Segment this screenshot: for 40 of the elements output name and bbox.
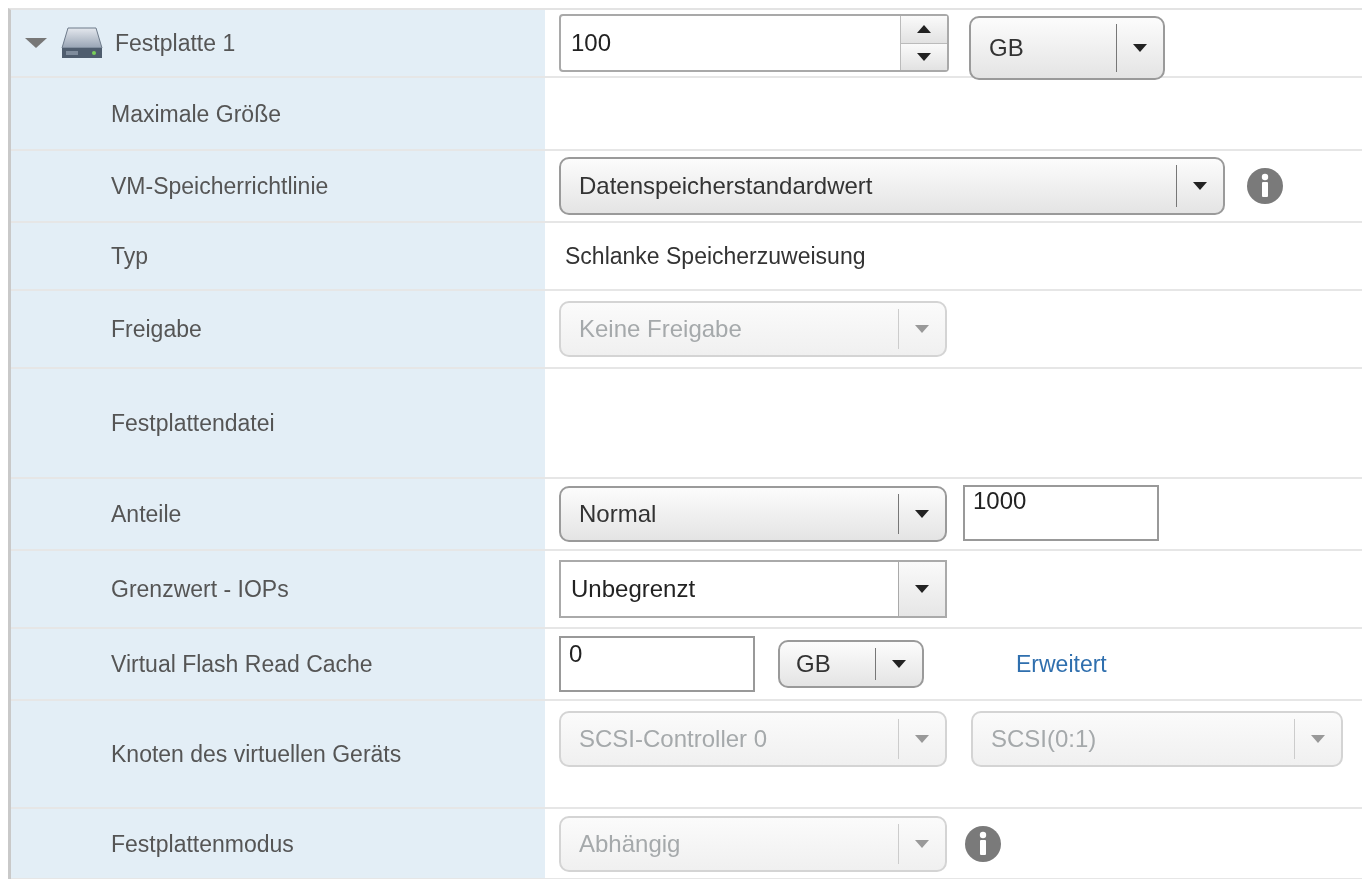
field-label: Festplattenmodus xyxy=(111,829,294,859)
number-spinner-field[interactable]: 100 xyxy=(559,14,949,72)
dropdown: SCSI(0:1) xyxy=(971,711,1343,767)
info-icon[interactable] xyxy=(1247,168,1283,204)
field-label: Anteile xyxy=(111,500,182,529)
dropdown[interactable]: Unbegrenzt xyxy=(559,560,947,618)
caret-down-icon xyxy=(1133,44,1147,52)
caret-down-icon xyxy=(1193,182,1207,190)
field-label: Knoten des virtuellen Geräts xyxy=(111,740,403,769)
field-label: Festplattendatei xyxy=(111,409,275,438)
field-label: Maximale Größe xyxy=(111,99,281,129)
dropdown: SCSI-Controller 0 xyxy=(559,711,947,767)
field-label: Virtual Flash Read Cache xyxy=(111,650,373,679)
value-text: Schlanke Speicherzuweisung xyxy=(564,242,866,270)
dropdown: Abhängig xyxy=(559,815,947,872)
expand-toggle-icon[interactable] xyxy=(25,37,47,49)
dropdown[interactable]: GB xyxy=(778,640,924,688)
field-label: Grenzwert - IOPs xyxy=(111,575,289,604)
caret-down-icon xyxy=(892,660,906,668)
caret-down-icon xyxy=(915,510,929,518)
hard-disk-icon xyxy=(61,27,103,59)
caret-down-icon xyxy=(915,585,929,593)
caret-down-icon xyxy=(915,325,929,333)
dropdown[interactable]: Datenspeicherstandardwert xyxy=(559,157,1225,215)
field-label: Festplatte 1 xyxy=(115,29,236,58)
dropdown[interactable]: GB xyxy=(969,16,1165,80)
dropdown: Keine Freigabe xyxy=(559,301,947,357)
input-field[interactable]: 0 xyxy=(559,636,755,692)
dropdown[interactable]: Normal xyxy=(559,486,947,542)
info-icon[interactable] xyxy=(965,825,1001,862)
caret-down-icon xyxy=(915,735,929,743)
caret-up-icon xyxy=(917,25,931,34)
caret-down-icon xyxy=(915,839,929,848)
caret-down-icon xyxy=(1311,735,1325,743)
input-field[interactable]: 1000 xyxy=(963,485,1159,541)
field-label: Freigabe xyxy=(111,315,202,344)
caret-down-icon xyxy=(917,52,931,61)
field-label: VM-Speicherrichtlinie xyxy=(111,172,329,201)
advanced-link[interactable]: Erweitert xyxy=(1016,650,1107,678)
field-label: Typ xyxy=(111,242,149,271)
